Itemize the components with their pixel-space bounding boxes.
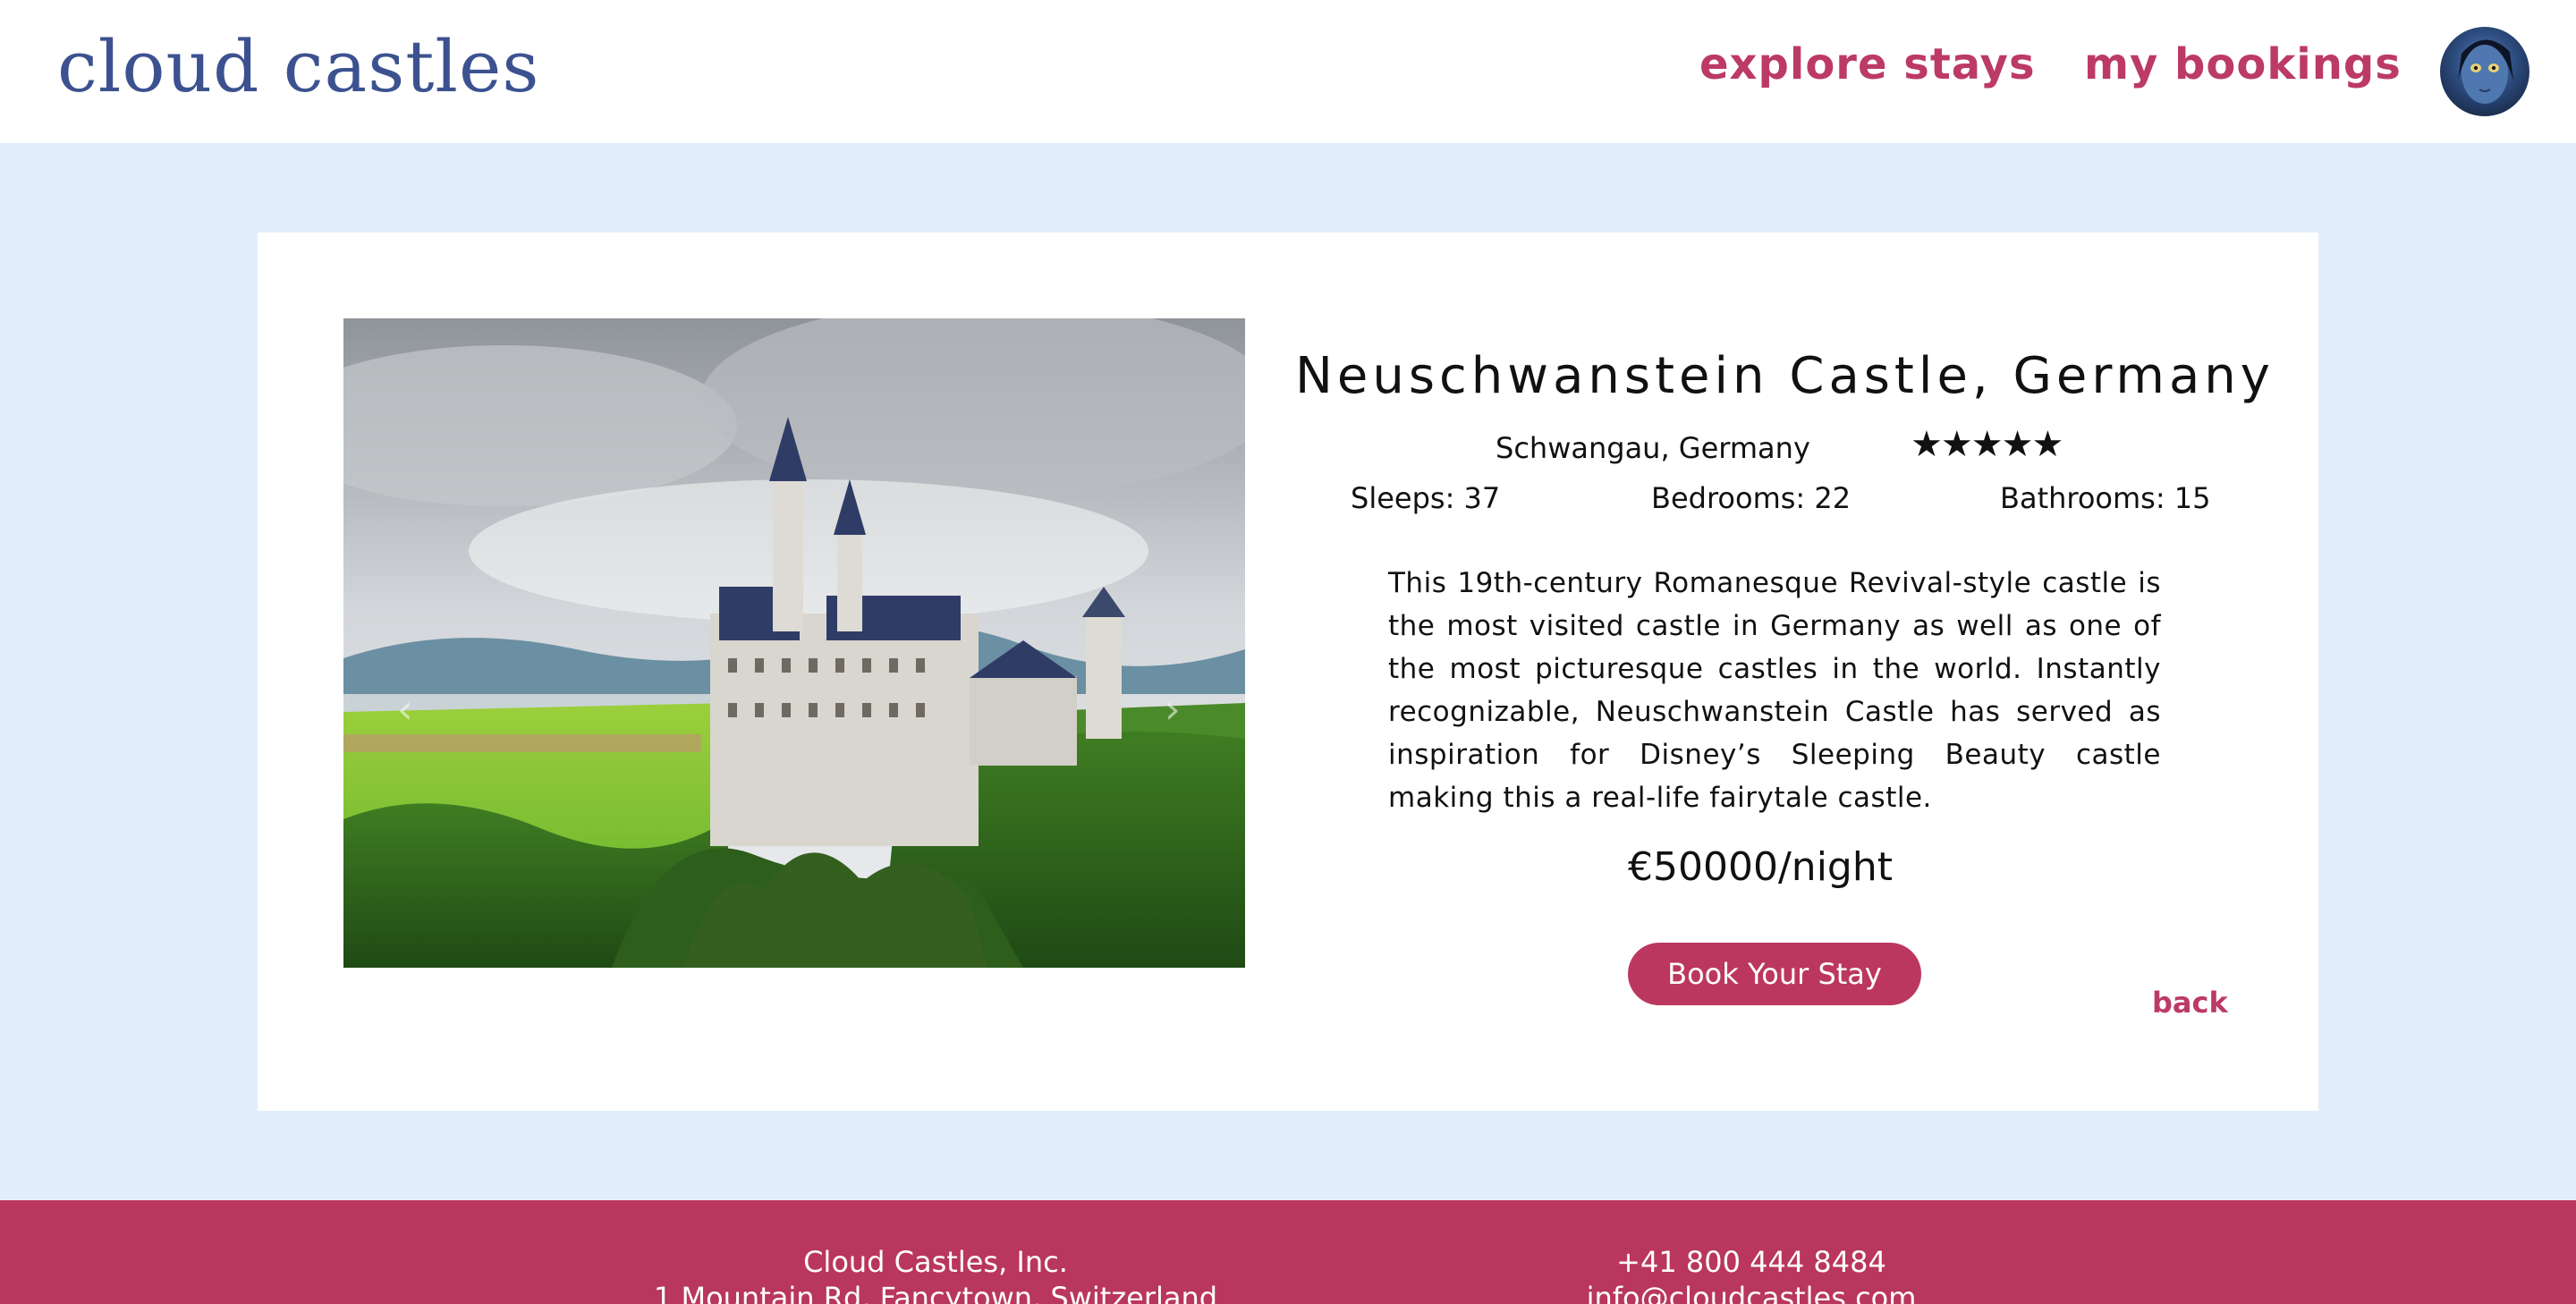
listing-description: This 19th-century Romanesque Revival-sty… <box>1388 567 2161 814</box>
rating-stars-icon: ★★★★★ <box>1911 424 2063 465</box>
footer-phone[interactable]: +41 800 444 8484 <box>1394 1245 2109 1279</box>
footer-company: Cloud Castles, Inc. <box>803 1245 1068 1279</box>
listing-price: €50000/night <box>1628 844 1893 890</box>
stat-bedrooms: Bedrooms: 22 <box>1651 481 1852 515</box>
stat-bathrooms: Bathrooms: 15 <box>2000 481 2211 515</box>
carousel-prev-icon[interactable]: ‹ <box>397 687 413 732</box>
listing-card: ‹ › Neuschwanstein Castle, Germany Schwa… <box>258 233 2318 1111</box>
back-link[interactable]: back <box>2152 986 2228 1020</box>
footer-address: 1 Mountain Rd, Fancytown, Switzerland <box>653 1281 1218 1304</box>
user-avatar[interactable] <box>2440 27 2529 116</box>
avatar-face-icon <box>2458 39 2513 104</box>
site-footer: Cloud Castles, Inc. 1 Mountain Rd, Fancy… <box>0 1200 2576 1304</box>
listing-location: Schwangau, Germany <box>1496 431 1810 465</box>
carousel-next-icon[interactable]: › <box>1165 687 1181 732</box>
site-logo[interactable]: cloud castles <box>57 25 539 108</box>
book-your-stay-button[interactable]: Book Your Stay <box>1628 943 1921 1005</box>
footer-email[interactable]: info@cloudcastles.com <box>1394 1281 2109 1304</box>
castle-photo[interactable]: ‹ › <box>343 318 1245 968</box>
castle-image <box>343 318 1245 968</box>
nav-explore-stays[interactable]: explore stays <box>1699 39 2036 89</box>
nav-my-bookings[interactable]: my bookings <box>2084 39 2402 89</box>
listing-title: Neuschwanstein Castle, Germany <box>1295 347 2275 405</box>
stat-sleeps: Sleeps: 37 <box>1351 481 1501 515</box>
site-header: cloud castles explore stays my bookings <box>0 0 2576 143</box>
